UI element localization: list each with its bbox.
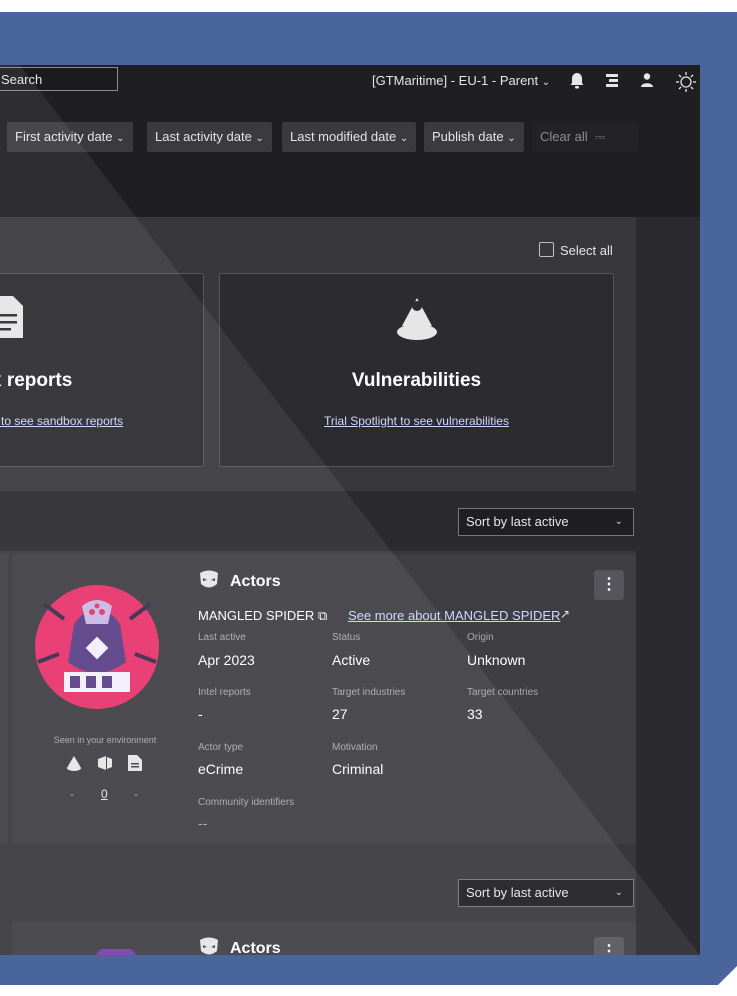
frame-bottom-edge [0,985,737,996]
target-countries-value: 33 [467,706,483,722]
actor-card-header: Actors [198,570,281,595]
sort-select[interactable]: Sort by last active ⌄ [458,508,634,536]
clear-all-label: Clear all [540,129,588,144]
chevron-down-icon: ⌄ [614,516,623,527]
vulnerability-icon [396,296,438,347]
chip-label: Publish date [432,129,504,144]
sort-select-2[interactable]: Sort by last active ⌄ [458,879,634,907]
motivation-value: Criminal [332,761,384,777]
top-bar: Search [GTMaritime] - EU-1 - Parent ⌄ [0,65,700,105]
actor-name-text: MANGLED SPIDER [198,608,315,623]
bell-icon[interactable] [569,72,585,94]
intel-reports-value: - [198,706,203,722]
actor-card-title: Actors [230,940,281,955]
detections-icon [96,755,114,776]
community-identifiers-value: -- [198,815,208,831]
seen-count-vulnerabilities: - [70,787,74,801]
frame-top [0,12,737,72]
filter-last-activity-date[interactable]: Last activity date ⌄ [147,122,272,152]
tenant-selector[interactable]: [GTMaritime] - EU-1 - Parent ⌄ [372,73,550,88]
checkbox-box [539,242,554,257]
card-link[interactable]: e to see sandbox reports [0,414,203,428]
seen-count-reports: - [134,787,138,801]
external-link-icon[interactable]: ↗ [560,607,570,621]
field-label: Target industries [332,687,406,698]
last-active-value: Apr 2023 [198,652,255,668]
vulnerability-icon [66,755,82,776]
chip-label: Last activity date [155,129,252,144]
chevron-down-icon: ⌄ [507,133,516,144]
select-all-checkbox[interactable]: Select all [539,242,613,258]
chevron-down-icon: ⌄ [614,887,623,898]
theme-sun-icon[interactable] [675,72,697,97]
see-more-link[interactable]: See more about MANGLED SPIDER [348,608,560,623]
field-label: Last active [198,632,246,643]
user-icon[interactable] [639,72,655,93]
actor-avatar-2 [96,949,136,955]
chip-label: First activity date [15,129,113,144]
seen-in-environment-label: Seen in your environment [53,735,157,745]
more-options-button[interactable]: ⋮ [594,570,624,600]
chevron-down-icon: ⌄ [255,133,264,144]
search-input[interactable]: Search [0,67,118,91]
filter-last-modified-date[interactable]: Last modified date ⌄ [282,122,417,152]
actor-mask-icon [198,570,220,595]
app-switch-icon[interactable] [604,72,620,93]
card-title: x reports [0,370,73,391]
app-screen: Search [GTMaritime] - EU-1 - Parent ⌄ Fi… [0,65,700,955]
field-label: Actor type [198,742,244,753]
field-label: Target countries [467,687,539,698]
sandbox-reports-card[interactable]: x reports e to see sandbox reports [0,273,204,467]
frame-corner [707,966,737,996]
filter-first-activity-date[interactable]: First activity date ⌄ [7,122,133,152]
sort-label: Sort by last active [466,885,569,900]
origin-value: Unknown [467,652,526,668]
tenant-label: [GTMaritime] - EU-1 - Parent [372,73,539,88]
target-industries-value: 27 [332,706,348,722]
actor-card-2-header: Actors [198,937,281,955]
filter-publish-date[interactable]: Publish date ⌄ [424,122,524,152]
frame-right [700,12,737,996]
field-label: Community identifiers [198,797,295,808]
clear-all-button[interactable]: Clear all ⎓ [532,122,638,152]
field-label: Status [332,632,361,643]
status-value: Active [332,652,371,668]
chip-label: Last modified date [290,129,397,144]
previous-card-edge [0,554,8,844]
chevron-down-icon: ⌄ [399,133,409,144]
chevron-down-icon: ⌄ [541,77,551,88]
seen-count-detections[interactable]: 0 [101,787,108,801]
vulnerabilities-card[interactable]: Vulnerabilities Trial Spotlight to see v… [219,273,614,467]
field-label: Origin [467,632,494,643]
more-options-button-2[interactable]: ⋮ [594,937,624,955]
select-all-label: Select all [560,243,613,258]
document-icon [0,296,23,343]
chevron-down-icon: ⌄ [116,133,125,144]
lock-icon: ⎓ [594,129,606,144]
copy-icon[interactable]: ⧉ [318,608,327,623]
card-link[interactable]: Trial Spotlight to see vulnerabilities [220,414,613,428]
device-frame: Search [GTMaritime] - EU-1 - Parent ⌄ Fi… [0,0,737,996]
field-label: Intel reports [198,687,251,698]
actor-type-value: eCrime [198,761,244,777]
actor-name: MANGLED SPIDER ⧉ [198,608,327,624]
card-title: Vulnerabilities [351,370,482,391]
actor-mask-icon [198,937,220,955]
document-icon [128,755,142,776]
field-label: Motivation [332,742,378,753]
sort-label: Sort by last active [466,514,569,529]
actor-avatar [34,584,160,715]
actor-card-title: Actors [230,573,281,590]
